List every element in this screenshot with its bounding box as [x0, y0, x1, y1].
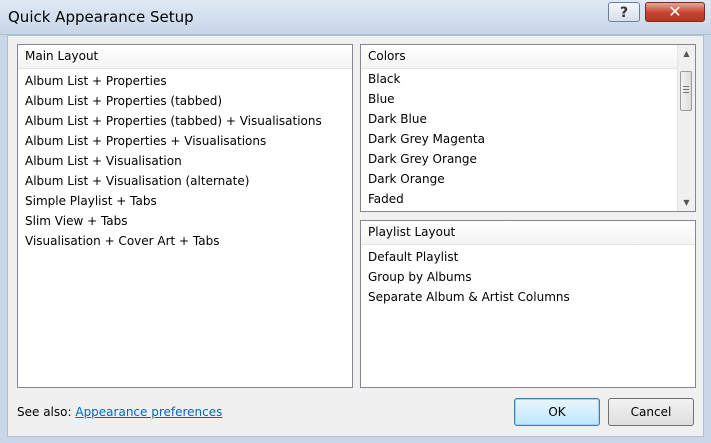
main-layout-item[interactable]: Simple Playlist + Tabs — [18, 191, 352, 211]
playlist-layout-item[interactable]: Default Playlist — [361, 247, 695, 267]
main-layout-list: Main Layout Album List + Properties Albu… — [17, 44, 353, 388]
cancel-button[interactable]: Cancel — [608, 398, 694, 426]
main-layout-item[interactable]: Album List + Properties (tabbed) + Visua… — [18, 111, 352, 131]
colors-list: Colors Black Blue Dark Blue Dark Grey Ma… — [360, 44, 696, 212]
main-layout-item[interactable]: Visualisation + Cover Art + Tabs — [18, 231, 352, 251]
main-layout-item[interactable]: Album List + Properties (tabbed) — [18, 91, 352, 111]
main-layout-item[interactable]: Album List + Visualisation — [18, 151, 352, 171]
close-button[interactable]: ✕ — [645, 2, 705, 22]
scroll-thumb[interactable] — [680, 71, 692, 111]
down-arrow-icon[interactable]: ▼ — [678, 194, 695, 211]
color-item[interactable]: Dark Grey Magenta — [361, 129, 677, 149]
grip-line — [683, 89, 689, 90]
see-also-label: See also: — [17, 405, 72, 419]
playlist-layout-header: Playlist Layout — [361, 221, 695, 245]
main-layout-header: Main Layout — [18, 45, 352, 69]
appearance-preferences-link[interactable]: Appearance preferences — [75, 405, 222, 419]
dialog-body: Main Layout Album List + Properties Albu… — [7, 35, 704, 437]
grip-line — [683, 86, 689, 87]
title-bar: Quick Appearance Setup ? ✕ — [0, 0, 711, 35]
playlist-layout-item[interactable]: Separate Album & Artist Columns — [361, 287, 695, 307]
window-title: Quick Appearance Setup — [8, 8, 194, 26]
colors-scrollbar[interactable]: ▲ ▼ — [677, 45, 695, 211]
color-item[interactable]: Faded — [361, 189, 677, 209]
color-item[interactable]: Black — [361, 69, 677, 89]
color-item[interactable]: Dark Grey Orange — [361, 149, 677, 169]
color-item[interactable]: Dark Blue — [361, 109, 677, 129]
up-arrow-icon[interactable]: ▲ — [678, 45, 695, 62]
playlist-layout-list: Playlist Layout Default Playlist Group b… — [360, 220, 696, 388]
help-button[interactable]: ? — [608, 2, 640, 22]
color-item[interactable]: Dark Orange — [361, 169, 677, 189]
color-item[interactable]: Blue — [361, 89, 677, 109]
ok-button[interactable]: OK — [514, 398, 600, 426]
main-layout-item[interactable]: Album List + Properties + Visualisations — [18, 131, 352, 151]
main-layout-item[interactable]: Slim View + Tabs — [18, 211, 352, 231]
grip-line — [683, 92, 689, 93]
main-layout-item[interactable]: Album List + Properties — [18, 71, 352, 91]
playlist-layout-item[interactable]: Group by Albums — [361, 267, 695, 287]
main-layout-item[interactable]: Album List + Visualisation (alternate) — [18, 171, 352, 191]
see-also-row: See also: Appearance preferences — [17, 405, 222, 419]
colors-header: Colors — [361, 45, 677, 69]
